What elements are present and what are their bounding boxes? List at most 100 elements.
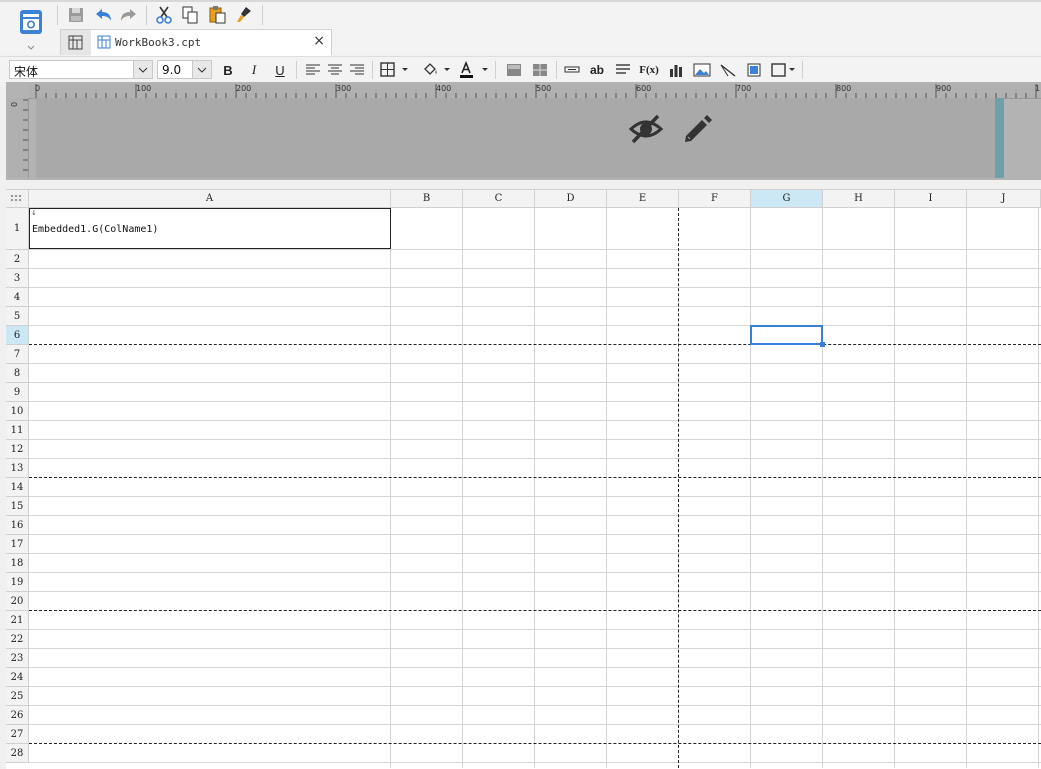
row-header[interactable]: 24 [6, 668, 29, 687]
row-header[interactable]: 7 [6, 345, 29, 364]
row-header[interactable]: 3 [6, 269, 29, 288]
selected-cell-g6[interactable] [750, 325, 823, 345]
column-header-b[interactable]: B [391, 190, 463, 208]
row-header[interactable]: 9 [6, 383, 29, 402]
row-header[interactable]: 6 [6, 326, 29, 345]
gridline [29, 553, 1041, 554]
spreadsheet-grid[interactable] [6, 189, 1041, 769]
font-color-button[interactable] [456, 60, 490, 80]
cell-border-dropdown-button[interactable] [769, 60, 799, 80]
tab-workbook3[interactable]: WorkBook3.cpt × [91, 30, 331, 56]
row-header[interactable]: 13 [6, 459, 29, 478]
row-header[interactable]: 5 [6, 307, 29, 326]
italic-button[interactable]: I [243, 60, 265, 80]
ruler-label: 400 [436, 84, 452, 93]
insert-image-button[interactable] [691, 60, 713, 80]
row-header[interactable]: 23 [6, 649, 29, 668]
row-header[interactable]: 15 [6, 497, 29, 516]
row-header[interactable]: 16 [6, 516, 29, 535]
column-header-e[interactable]: E [607, 190, 679, 208]
gridline [29, 363, 1041, 364]
row-header[interactable]: 26 [6, 706, 29, 725]
font-size-select[interactable]: 9.0 [157, 60, 212, 79]
row-header[interactable]: 11 [6, 421, 29, 440]
column-header-f[interactable]: F [679, 190, 751, 208]
row-header[interactable]: 12 [6, 440, 29, 459]
insert-cell-element-button[interactable] [561, 60, 583, 80]
row-header[interactable]: 2 [6, 250, 29, 269]
format-painter-button[interactable] [233, 5, 255, 25]
fill-handle[interactable] [820, 342, 825, 347]
row-header[interactable]: 25 [6, 687, 29, 706]
font-family-value: 宋体 [14, 65, 39, 79]
underline-button[interactable]: U [269, 60, 291, 80]
row-header[interactable]: 1 [6, 208, 29, 250]
gridline [29, 648, 1041, 649]
font-family-select[interactable]: 宋体 [9, 60, 153, 79]
format-painter-icon [237, 7, 251, 22]
image-icon [693, 63, 711, 77]
cell-a1[interactable]: ↓ Embedded1.G(ColName1) [29, 208, 391, 249]
column-header-i[interactable]: I [895, 190, 967, 208]
new-sheet-button[interactable] [67, 34, 85, 52]
gridline [29, 249, 1041, 250]
row-header[interactable]: 8 [6, 364, 29, 383]
border-dropdown-button[interactable] [378, 60, 410, 80]
align-center-button[interactable] [324, 60, 346, 80]
gridline [29, 629, 1041, 630]
insert-formula-button[interactable]: F(x) [638, 60, 660, 80]
ruler-ticks [23, 99, 28, 171]
row-header[interactable]: 28 [6, 744, 29, 763]
select-all-corner[interactable] [6, 190, 29, 208]
toolbar-divider [495, 61, 496, 79]
cut-button[interactable] [153, 5, 175, 25]
fill-color-button[interactable] [420, 60, 452, 80]
page-body-area[interactable] [36, 98, 995, 178]
page-margin-marker[interactable] [995, 98, 1004, 178]
designer-menu-button[interactable] [14, 6, 48, 50]
row-header[interactable]: 20 [6, 592, 29, 611]
gridline [750, 208, 751, 768]
bar-chart-icon [670, 65, 682, 77]
row-header[interactable]: 4 [6, 288, 29, 307]
expand-direction-marker: ↓ [31, 209, 37, 217]
row-header[interactable]: 19 [6, 573, 29, 592]
row-header[interactable]: 22 [6, 630, 29, 649]
paste-button[interactable] [206, 5, 228, 25]
row-header[interactable]: 10 [6, 402, 29, 421]
column-header-g[interactable]: G [751, 190, 823, 208]
column-header-c[interactable]: C [463, 190, 535, 208]
edit-band-button[interactable] [680, 112, 714, 146]
insert-text-button[interactable]: ab [586, 60, 608, 80]
align-left-button[interactable] [302, 60, 324, 80]
copy-button[interactable] [179, 5, 201, 25]
document-tab-strip: WorkBook3.cpt × [60, 29, 332, 56]
ruler-label: 500 [536, 84, 552, 93]
insert-chart-button[interactable] [665, 60, 687, 80]
row-header[interactable]: 18 [6, 554, 29, 573]
insert-subreport-button[interactable] [743, 60, 765, 80]
column-header-j[interactable]: J [967, 190, 1041, 208]
wrap-text-button[interactable] [612, 60, 634, 80]
align-right-button[interactable] [346, 60, 368, 80]
bold-button[interactable]: B [217, 60, 239, 80]
undo-button[interactable] [92, 5, 114, 25]
close-tab-icon[interactable]: × [313, 33, 325, 49]
split-cells-button[interactable] [529, 60, 551, 80]
column-header-d[interactable]: D [535, 190, 607, 208]
cell-a1-value: Embedded1.G(ColName1) [32, 224, 159, 235]
split-cells-icon [533, 64, 547, 76]
save-button[interactable] [65, 5, 87, 25]
column-header-h[interactable]: H [823, 190, 895, 208]
row-header[interactable]: 27 [6, 725, 29, 744]
redo-button[interactable] [118, 5, 140, 25]
insert-slash-button[interactable] [717, 60, 739, 80]
hide-band-button[interactable] [628, 112, 664, 146]
merge-cells-button[interactable] [503, 60, 525, 80]
column-header-a[interactable]: A [29, 190, 391, 208]
row-header[interactable]: 17 [6, 535, 29, 554]
row-header[interactable]: 21 [6, 611, 29, 630]
ruler-label: 300 [336, 84, 352, 93]
row-header[interactable]: 14 [6, 478, 29, 497]
gridline [29, 496, 1041, 497]
